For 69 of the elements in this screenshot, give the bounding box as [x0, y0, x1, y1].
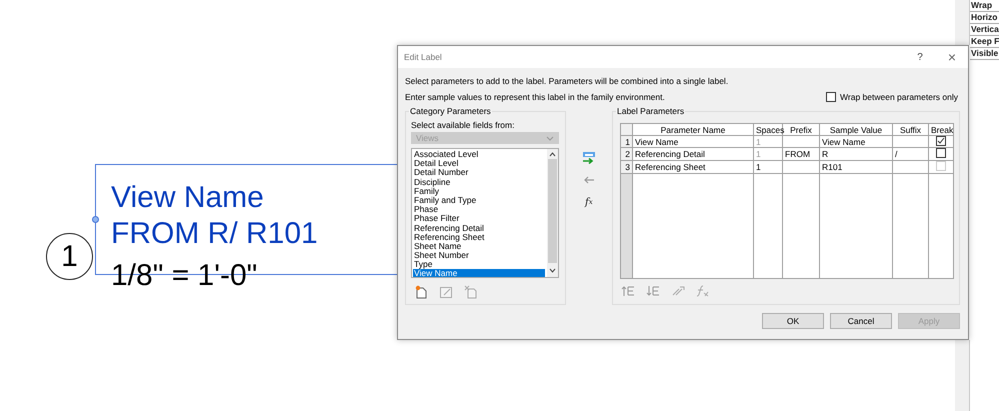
list-item[interactable]: Detail Level — [413, 159, 545, 168]
checkbox-label: Wrap between parameters only — [840, 91, 958, 104]
table-cell: / — [892, 148, 928, 160]
window-title: Edit Label — [404, 52, 443, 62]
column-header: Break — [928, 124, 954, 136]
property-name: Keep F — [970, 36, 999, 48]
field-label: Select available fields from: — [411, 120, 516, 130]
table-cell: R101 — [820, 160, 892, 174]
table-cell: Referencing Detail — [632, 148, 754, 160]
help-button[interactable]: ? — [904, 52, 936, 62]
list-item[interactable]: Phase — [413, 205, 545, 214]
row-number: 3 — [620, 160, 632, 174]
column-header: Spaces — [754, 124, 782, 136]
property-name: Vertica — [970, 24, 999, 36]
table-cell: 1 — [754, 136, 782, 148]
table-cell: View Name — [632, 136, 754, 148]
group-title: Label Parameters — [616, 106, 686, 116]
list-item[interactable]: Associated Level — [413, 150, 545, 160]
list-item[interactable]: View Name — [413, 269, 545, 277]
list-item[interactable]: Type — [413, 260, 545, 270]
list-item[interactable]: Detail Number — [413, 168, 545, 178]
list-item[interactable]: Referencing Detail — [413, 224, 545, 233]
column-header: Sample Value — [820, 124, 892, 136]
formula-icon[interactable] — [696, 285, 710, 299]
chevron-down-icon — [546, 136, 554, 140]
list-item[interactable]: Sheet Name — [413, 242, 545, 252]
list-item[interactable]: Discipline — [413, 178, 545, 187]
instruction-text: Enter sample values to represent this label in the family environment. — [405, 91, 665, 104]
column-header: Suffix — [892, 124, 928, 136]
property-name: Visible — [970, 48, 999, 60]
chevron-down-icon[interactable] — [548, 268, 556, 272]
table-cell: 1 — [754, 160, 782, 174]
scrollbar-thumb[interactable] — [548, 159, 557, 263]
list-item[interactable]: Referencing Sheet — [413, 232, 545, 242]
list-item[interactable]: Family and Type — [413, 196, 545, 206]
checkbox[interactable] — [936, 148, 946, 158]
grip-handle[interactable] — [92, 216, 99, 223]
table-cell: View Name — [820, 136, 892, 148]
table-cell: FROM — [782, 148, 820, 160]
row-number: 1 — [620, 136, 632, 148]
column-header: Parameter Name — [632, 124, 754, 136]
row-number: 2 — [620, 148, 632, 160]
dialog-button[interactable]: Cancel — [830, 313, 892, 329]
scrollbar[interactable] — [546, 149, 558, 277]
move-up-icon[interactable] — [621, 285, 635, 299]
list-item[interactable]: Phase Filter — [413, 214, 545, 224]
instruction-text: Select parameters to add to the label. Parameters will be combined into a single label. — [405, 75, 728, 88]
add-parameter-icon[interactable] — [580, 151, 597, 165]
dialog-button[interactable]: OK — [762, 313, 824, 329]
close-button[interactable]: × — [936, 49, 968, 65]
edit-icon[interactable] — [439, 285, 453, 299]
tag-number: 1 — [46, 233, 93, 280]
table-cell: Referencing Sheet — [632, 160, 754, 174]
list-item[interactable]: Sheet Number — [413, 251, 545, 260]
empty-cell — [782, 136, 820, 148]
checkbox[interactable] — [826, 92, 836, 102]
table-cell: R — [820, 148, 892, 160]
group-title: Category Parameters — [409, 106, 492, 116]
property-name: Horizo — [970, 12, 999, 24]
table-cell: 1 — [754, 148, 782, 160]
list-item[interactable]: Family — [413, 186, 545, 196]
new-document-icon[interactable] — [414, 285, 428, 299]
chevron-up-icon[interactable] — [548, 152, 556, 156]
label-text: FROM R/ R101 — [111, 216, 318, 252]
label-text: View Name — [111, 180, 265, 216]
delete-document-icon[interactable] — [464, 285, 478, 299]
column-header: Prefix — [782, 124, 820, 136]
property-name: Wrap — [970, 0, 999, 12]
checkbox[interactable] — [936, 136, 946, 146]
